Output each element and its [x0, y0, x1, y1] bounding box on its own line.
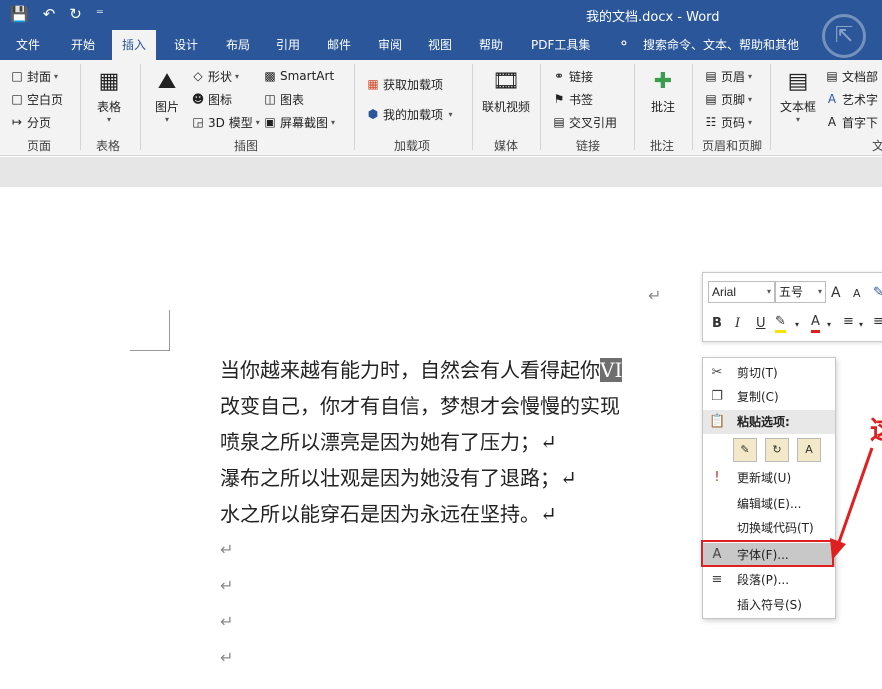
annotation-arrow: [830, 447, 874, 560]
